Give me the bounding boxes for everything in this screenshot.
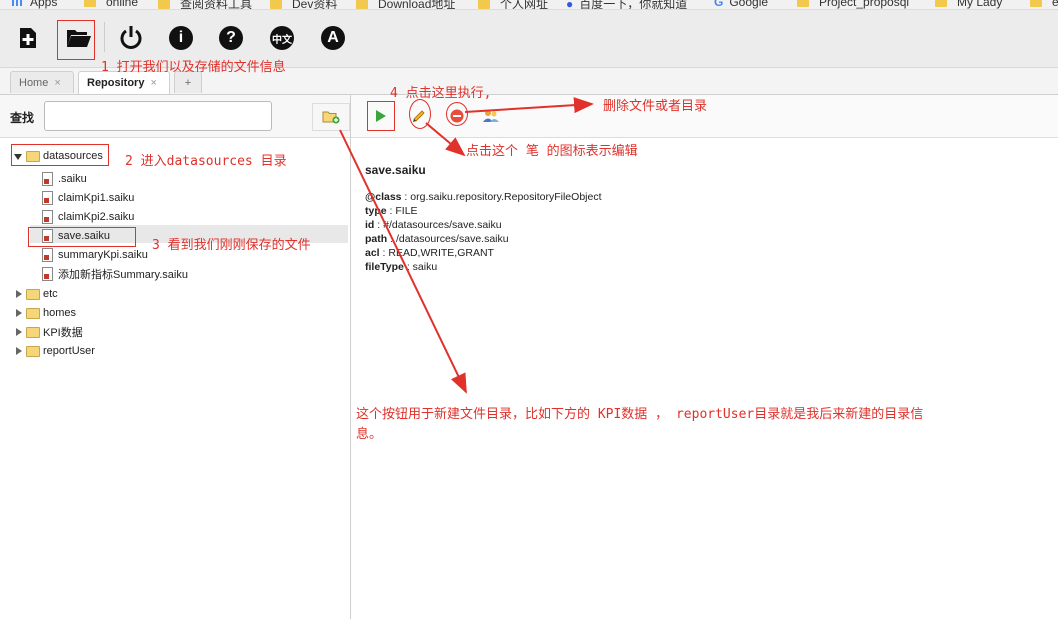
highlight-box-save — [28, 227, 136, 247]
repository-tree-panel: 查找 datasources .saiku claimKpi1.saiku cl… — [0, 95, 351, 619]
annotation-run: 4 点击这里执行, — [390, 86, 492, 101]
help-icon: ? — [219, 26, 243, 50]
new-query-icon — [20, 28, 36, 48]
tree-folder-kpi[interactable]: KPI数据 — [16, 324, 83, 340]
search-row: 查找 — [0, 95, 350, 138]
users-icon — [483, 110, 499, 122]
folder-icon — [158, 0, 170, 9]
folder-icon — [935, 0, 947, 7]
bookmark-personal[interactable]: 个人网址 — [478, 0, 548, 9]
property-row: @class : org.saiku.repository.Repository… — [365, 191, 602, 203]
folder-icon — [26, 326, 40, 338]
info-icon: i — [169, 26, 193, 50]
folder-icon — [26, 345, 40, 357]
folder-icon — [1030, 0, 1042, 7]
tab-home[interactable]: Home × — [10, 71, 74, 93]
highlight-circle-delete — [446, 102, 468, 126]
annotation-new-folder-2: 息。 — [356, 427, 383, 442]
bookmark-apps[interactable]: Apps — [12, 0, 57, 9]
language-button[interactable]: 中文 — [266, 22, 298, 54]
file-title: save.saiku — [365, 163, 426, 177]
bookmark-tools[interactable]: 查阅资料工具 — [158, 0, 252, 9]
power-icon — [120, 26, 142, 49]
folder-icon — [26, 307, 40, 319]
close-icon[interactable]: × — [54, 77, 60, 89]
info-button[interactable]: i — [165, 22, 197, 54]
expand-right-icon[interactable] — [16, 347, 22, 355]
about-button[interactable]: A — [317, 22, 349, 54]
property-row: acl : READ,WRITE,GRANT — [365, 247, 494, 259]
bookmark-baidu[interactable]: ● 百度一下，你就知道 — [566, 0, 687, 10]
folder-icon — [356, 0, 368, 9]
property-row: path : /datasources/save.saiku — [365, 233, 509, 245]
expand-right-icon[interactable] — [16, 328, 22, 336]
close-icon[interactable]: × — [150, 77, 156, 89]
saiku-file-icon — [42, 267, 53, 281]
annotation-saved-file: 3 看到我们刚刚保存的文件 — [152, 238, 311, 253]
bookmark-dev[interactable]: Dev资料 — [270, 0, 337, 9]
tree-file[interactable]: 添加新指标Summary.saiku — [42, 266, 188, 282]
folder-icon — [478, 0, 490, 9]
logout-button[interactable] — [115, 22, 147, 54]
tree-file[interactable]: claimKpi2.saiku — [42, 209, 134, 225]
expand-right-icon[interactable] — [16, 290, 22, 298]
highlight-box-open — [57, 20, 95, 60]
folder-icon — [84, 0, 96, 7]
annotation-new-folder-1: 这个按钮用于新建文件目录，比如下方的 KPI数据 ， reportUser目录就… — [356, 407, 924, 422]
baidu-icon: ● — [566, 0, 574, 10]
search-label: 查找 — [10, 111, 35, 125]
help-button[interactable]: ? — [215, 22, 247, 54]
property-row: type : FILE — [365, 205, 418, 217]
highlight-box-datasources — [11, 144, 109, 166]
annotation-delete: 删除文件或者目录 — [603, 99, 708, 114]
property-row: fileType : saiku — [365, 261, 438, 273]
new-folder-button[interactable] — [312, 103, 350, 131]
expand-right-icon[interactable] — [16, 309, 22, 317]
search-input[interactable] — [44, 101, 272, 131]
tree-folder-homes[interactable]: homes — [16, 305, 76, 321]
apps-grid-icon — [12, 0, 22, 6]
bookmark-mylady[interactable]: My Lady — [935, 0, 1002, 9]
highlight-circle-edit — [409, 99, 431, 129]
google-icon: G — [714, 0, 724, 9]
annotation-datasources: 2 进入datasources 目录 — [125, 154, 287, 169]
bookmark-ef[interactable]: ef — [1030, 0, 1058, 9]
annotation-edit: 点击这个 笔 的图标表示编辑 — [466, 144, 638, 159]
saiku-file-icon — [42, 191, 53, 205]
bookmark-online[interactable]: online — [84, 0, 138, 9]
new-query-button[interactable] — [12, 22, 44, 54]
folder-icon — [270, 0, 282, 9]
bookmark-download[interactable]: Download地址 — [356, 0, 455, 9]
tree-file[interactable]: claimKpi1.saiku — [42, 190, 134, 206]
bookmarks-bar: Apps online 查阅资料工具 Dev资料 Download地址 个人网址… — [0, 0, 1058, 10]
about-icon: A — [321, 26, 345, 50]
tree-file[interactable]: summaryKpi.saiku — [42, 247, 148, 263]
permissions-button[interactable] — [479, 104, 503, 128]
saiku-file-icon — [42, 210, 53, 224]
tree-file[interactable]: .saiku — [42, 171, 87, 187]
saiku-file-icon — [42, 172, 53, 186]
bookmark-google[interactable]: G Google — [714, 0, 768, 9]
property-row: id : #/datasources/save.saiku — [365, 219, 502, 231]
highlight-box-run — [367, 101, 395, 131]
bookmark-project[interactable]: Project_proposql — [797, 0, 909, 9]
saiku-file-icon — [42, 248, 53, 262]
toolbar-divider — [104, 22, 105, 52]
tree-folder-reportuser[interactable]: reportUser — [16, 343, 95, 359]
folder-icon — [26, 288, 40, 300]
annotation-open: 1 打开我们以及存储的文件信息 — [101, 60, 286, 75]
folder-icon — [797, 0, 809, 7]
new-folder-icon — [322, 111, 340, 124]
language-icon: 中文 — [270, 26, 294, 50]
tree-folder-etc[interactable]: etc — [16, 286, 58, 302]
